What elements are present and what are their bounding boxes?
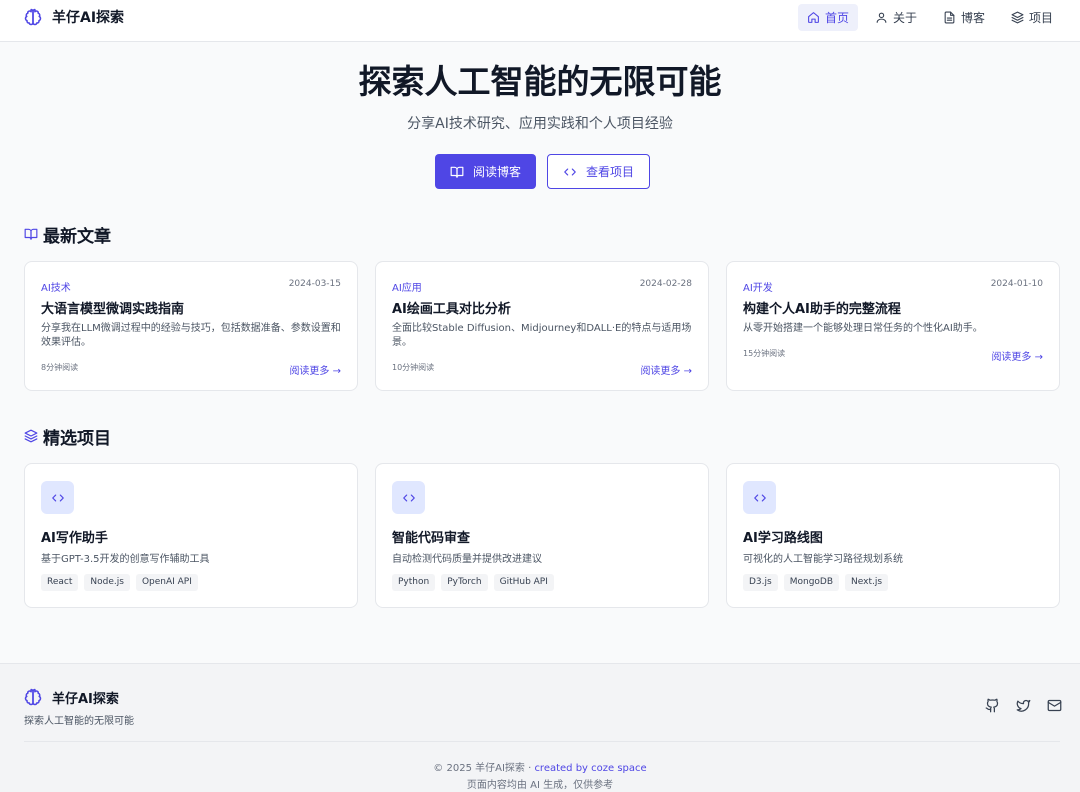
- code-icon: [402, 491, 416, 505]
- articles-heading: 最新文章: [24, 223, 111, 247]
- footer-brand-name: 羊仔AI探索: [52, 691, 119, 707]
- nav-home[interactable]: 首页: [797, 4, 858, 31]
- footer-copyright: © 2025 羊仔AI探索 · created by coze space: [0, 759, 1080, 774]
- hero-subtitle: 分享AI技术研究、应用实践和个人项目经验: [407, 116, 673, 132]
- article-title[interactable]: 构建个人AI助手的完整流程: [743, 298, 901, 317]
- project-description: 自动检测代码质量并提供改进建议: [392, 554, 542, 565]
- book-icon: [24, 227, 38, 241]
- article-date: 2024-02-28: [639, 279, 692, 289]
- tech-tag: Next.js: [845, 574, 889, 591]
- article-description: 从零开始搭建一个能够处理日常任务的个性化AI助手。: [743, 323, 983, 334]
- project-description: 可视化的人工智能学习路径规划系统: [743, 554, 903, 565]
- nav-about-label: 关于: [892, 11, 917, 25]
- footer-brand[interactable]: 羊仔AI探索: [24, 687, 119, 707]
- article-read-time: 8分钟阅读: [41, 363, 79, 372]
- project-title[interactable]: 智能代码审查: [392, 527, 470, 546]
- project-tags: React Node.js OpenAI API: [41, 574, 204, 591]
- read-more-link[interactable]: 阅读更多 →: [991, 348, 1043, 363]
- article-description: 分享我在LLM微调过程中的经验与技巧，包括数据准备、参数设置和效果评估。: [41, 323, 341, 348]
- read-more-link[interactable]: 阅读更多 →: [289, 362, 341, 377]
- article-card[interactable]: AI开发 2024-01-10 构建个人AI助手的完整流程 从零开始搭建一个能够…: [726, 261, 1060, 391]
- user-icon: [875, 11, 888, 24]
- code-icon: [753, 491, 767, 505]
- nav-about[interactable]: 关于: [866, 4, 926, 31]
- project-badge: [743, 481, 776, 514]
- view-projects-button[interactable]: 查看项目: [547, 154, 650, 189]
- tech-tag: Node.js: [84, 574, 130, 591]
- article-title[interactable]: 大语言模型微调实践指南: [41, 298, 184, 317]
- tech-tag: PyTorch: [441, 574, 488, 591]
- project-tags: Python PyTorch GitHub API: [392, 574, 560, 591]
- twitter-icon[interactable]: [1016, 698, 1031, 713]
- project-badge: [392, 481, 425, 514]
- credit-link[interactable]: created by coze space: [534, 763, 646, 774]
- brain-icon: [24, 8, 42, 26]
- tech-tag: MongoDB: [783, 574, 840, 591]
- article-card[interactable]: AI技术 2024-03-15 大语言模型微调实践指南 分享我在LLM微调过程中…: [24, 261, 358, 391]
- nav-blog[interactable]: 博客: [934, 4, 994, 31]
- article-read-time: 15分钟阅读: [743, 349, 786, 358]
- brain-icon: [24, 688, 42, 706]
- project-title[interactable]: AI写作助手: [41, 527, 108, 546]
- project-title[interactable]: AI学习路线图: [743, 527, 823, 546]
- copyright-text: © 2025 羊仔AI探索 ·: [433, 763, 535, 774]
- articles-heading-text: 最新文章: [43, 226, 111, 247]
- tech-tag: GitHub API: [493, 574, 554, 591]
- site-footer: 羊仔AI探索 探索人工智能的无限可能 © 2025 羊仔AI探索 · creat…: [0, 663, 1080, 792]
- nav-projects-label: 项目: [1028, 11, 1053, 25]
- nav-projects[interactable]: 项目: [1002, 4, 1062, 31]
- document-icon: [943, 11, 956, 24]
- read-blog-button[interactable]: 阅读博客: [435, 154, 536, 189]
- article-date: 2024-01-10: [990, 279, 1043, 289]
- project-description: 基于GPT-3.5开发的创意写作辅助工具: [41, 554, 210, 565]
- article-description: 全面比较Stable Diffusion、Midjourney和DALL·E的特…: [392, 323, 692, 348]
- article-category[interactable]: AI应用: [392, 279, 422, 294]
- article-card[interactable]: AI应用 2024-02-28 AI绘画工具对比分析 全面比较Stable Di…: [375, 261, 709, 391]
- footer-note: 页面内容均由 AI 生成，仅供参考: [466, 780, 614, 791]
- article-read-time: 10分钟阅读: [392, 363, 435, 372]
- read-more-link[interactable]: 阅读更多 →: [640, 362, 692, 377]
- main-nav: 首页 关于 博客 项目: [790, 4, 1062, 31]
- tech-tag: D3.js: [743, 574, 778, 591]
- footer-divider: [24, 741, 1060, 742]
- article-category[interactable]: AI技术: [41, 279, 71, 294]
- brand-link[interactable]: 羊仔AI探索: [24, 7, 124, 27]
- projects-heading-text: 精选项目: [43, 428, 111, 449]
- github-icon[interactable]: [985, 698, 1000, 713]
- read-blog-label: 阅读博客: [472, 165, 521, 179]
- nav-blog-label: 博客: [960, 11, 985, 25]
- footer-tagline: 探索人工智能的无限可能: [24, 716, 134, 727]
- mail-icon[interactable]: [1047, 698, 1062, 713]
- tech-tag: OpenAI API: [135, 574, 198, 591]
- article-category[interactable]: AI开发: [743, 279, 773, 294]
- project-card[interactable]: AI写作助手 基于GPT-3.5开发的创意写作辅助工具 React Node.j…: [24, 463, 358, 608]
- view-projects-label: 查看项目: [585, 165, 634, 179]
- code-icon: [51, 491, 65, 505]
- brand-name: 羊仔AI探索: [52, 10, 125, 26]
- layers-icon: [24, 429, 38, 443]
- nav-home-label: 首页: [824, 11, 849, 25]
- home-icon: [807, 11, 820, 24]
- layers-icon: [1011, 11, 1024, 24]
- article-date: 2024-03-15: [288, 279, 341, 289]
- tech-tag: React: [41, 574, 79, 591]
- social-links: [969, 698, 1062, 713]
- book-icon: [450, 165, 464, 179]
- project-tags: D3.js MongoDB Next.js: [743, 574, 894, 591]
- article-title[interactable]: AI绘画工具对比分析: [392, 298, 511, 317]
- project-card[interactable]: AI学习路线图 可视化的人工智能学习路径规划系统 D3.js MongoDB N…: [726, 463, 1060, 608]
- code-icon: [563, 165, 577, 179]
- tech-tag: Python: [392, 574, 436, 591]
- hero-title: 探索人工智能的无限可能: [358, 62, 722, 101]
- site-header: 羊仔AI探索 首页 关于 博客 项目: [0, 0, 1080, 42]
- projects-heading: 精选项目: [24, 425, 111, 449]
- project-badge: [41, 481, 74, 514]
- project-card[interactable]: 智能代码审查 自动检测代码质量并提供改进建议 Python PyTorch Gi…: [375, 463, 709, 608]
